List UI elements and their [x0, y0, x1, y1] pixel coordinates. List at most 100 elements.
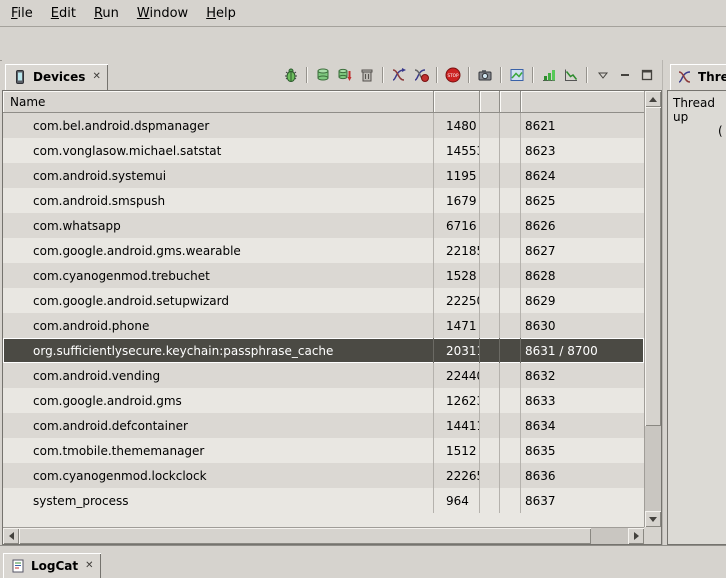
- column-header-blank-2[interactable]: [500, 91, 521, 112]
- table-row[interactable]: com.bel.android.dspmanager 1480 8621: [3, 113, 644, 138]
- toolbar-separator: [468, 67, 470, 83]
- menu-item[interactable]: Run: [85, 0, 128, 26]
- view-menu-button[interactable]: [592, 65, 614, 85]
- table-row[interactable]: com.tmobile.thememanager 1512 8635: [3, 438, 644, 463]
- method-profiling-icon: [413, 67, 429, 83]
- table-row[interactable]: com.android.vending 22440 8632: [3, 363, 644, 388]
- column-header-pid[interactable]: [434, 91, 480, 112]
- stop-process-icon: STOP: [445, 67, 461, 83]
- update-threads-button[interactable]: [388, 65, 410, 85]
- table-row[interactable]: com.android.phone 1471 8630: [3, 313, 644, 338]
- table-row[interactable]: com.google.android.gms.wearable 22185 86…: [3, 238, 644, 263]
- cell-name: com.bel.android.dspmanager: [3, 113, 434, 138]
- cell-blank-2: [500, 463, 521, 488]
- stop-process-button[interactable]: STOP: [442, 65, 464, 85]
- cell-blank-2: [500, 488, 521, 513]
- cell-port: 8629: [521, 288, 644, 313]
- column-header-blank-1[interactable]: [480, 91, 500, 112]
- cell-name: com.android.phone: [3, 313, 434, 338]
- cell-port: 8634: [521, 413, 644, 438]
- cell-pid: 14411: [434, 413, 480, 438]
- cell-name: com.tmobile.thememanager: [3, 438, 434, 463]
- tab-devices-label: Devices: [33, 70, 85, 84]
- allocation-graph-icon: [563, 67, 579, 83]
- cell-name: com.google.android.setupwizard: [3, 288, 434, 313]
- cell-blank-1: [480, 288, 500, 313]
- devices-content: Name com.bel.android.dspmanager 1480 862…: [2, 90, 662, 545]
- cell-blank-2: [500, 413, 521, 438]
- horizontal-scroll-track[interactable]: [19, 528, 628, 544]
- column-header-port[interactable]: [521, 91, 644, 112]
- cell-blank-1: [480, 438, 500, 463]
- allocation-graph-button[interactable]: [560, 65, 582, 85]
- update-heap-button[interactable]: [312, 65, 334, 85]
- scroll-down-button[interactable]: [645, 511, 661, 527]
- scroll-up-button[interactable]: [645, 91, 661, 107]
- cell-blank-1: [480, 313, 500, 338]
- dump-hprof-button[interactable]: [334, 65, 356, 85]
- table-row[interactable]: com.android.systemui 1195 8624: [3, 163, 644, 188]
- cell-pid: 1471: [434, 313, 480, 338]
- cell-port: 8626: [521, 213, 644, 238]
- debug-process-button[interactable]: [280, 65, 302, 85]
- table-row[interactable]: system_process 964 8637: [3, 488, 644, 513]
- close-icon[interactable]: ✕: [83, 561, 93, 571]
- cell-blank-1: [480, 388, 500, 413]
- method-profiling-button[interactable]: [410, 65, 432, 85]
- table-row[interactable]: org.sufficientlysecure.keychain:passphra…: [3, 338, 644, 363]
- devices-toolbar: STOP: [280, 60, 662, 90]
- tab-devices[interactable]: Devices ✕: [5, 64, 108, 90]
- system-info-button[interactable]: [506, 65, 528, 85]
- main-area: Devices ✕: [0, 60, 726, 545]
- cause-gc-button[interactable]: [356, 65, 378, 85]
- toolbar-separator: [382, 67, 384, 83]
- maximize-icon: [639, 67, 655, 83]
- table-row[interactable]: com.cyanogenmod.trebuchet 1528 8628: [3, 263, 644, 288]
- menu-item[interactable]: Help: [197, 0, 245, 26]
- menu-item[interactable]: Window: [128, 0, 197, 26]
- table-row[interactable]: com.cyanogenmod.lockclock 22265 8636: [3, 463, 644, 488]
- right-arrow-icon: [634, 532, 639, 540]
- table-row[interactable]: com.google.android.gms 12623 8633: [3, 388, 644, 413]
- cell-pid: 1528: [434, 263, 480, 288]
- table-row[interactable]: com.vonglasow.michael.satstat 14553 8623: [3, 138, 644, 163]
- close-icon[interactable]: ✕: [90, 72, 100, 82]
- menu-item-label: Window: [137, 6, 188, 21]
- menu-item-label: Run: [94, 6, 119, 21]
- scroll-left-button[interactable]: [3, 528, 19, 544]
- cell-name: com.cyanogenmod.trebuchet: [3, 263, 434, 288]
- menu-item[interactable]: File: [2, 0, 42, 26]
- cell-name: com.google.android.gms: [3, 388, 434, 413]
- vertical-scroll-track[interactable]: [645, 107, 661, 511]
- horizontal-scrollbar[interactable]: [3, 527, 644, 544]
- vertical-scrollbar[interactable]: [644, 91, 661, 527]
- heap-updates-button[interactable]: [538, 65, 560, 85]
- cell-blank-2: [500, 163, 521, 188]
- devices-tabbar: Devices ✕: [2, 60, 662, 90]
- device-rows: com.bel.android.dspmanager 1480 8621 com…: [3, 113, 644, 527]
- cell-pid: 1679: [434, 188, 480, 213]
- cell-blank-1: [480, 138, 500, 163]
- table-row[interactable]: com.google.android.setupwizard 22250 862…: [3, 288, 644, 313]
- cell-pid: 1480: [434, 113, 480, 138]
- table-row[interactable]: com.whatsapp 6716 8626: [3, 213, 644, 238]
- maximize-button[interactable]: [636, 65, 658, 85]
- tab-threads[interactable]: Threa: [670, 64, 726, 90]
- column-header-name[interactable]: Name: [3, 91, 434, 112]
- screen-capture-button[interactable]: [474, 65, 496, 85]
- scroll-right-button[interactable]: [628, 528, 644, 544]
- cell-pid: 22265: [434, 463, 480, 488]
- tab-logcat[interactable]: LogCat ✕: [3, 553, 101, 578]
- tab-threads-label: Threa: [698, 70, 726, 84]
- table-row[interactable]: com.android.defcontainer 14411 8634: [3, 413, 644, 438]
- horizontal-scroll-thumb[interactable]: [19, 528, 591, 544]
- vertical-scroll-thumb[interactable]: [645, 107, 661, 426]
- cell-blank-2: [500, 388, 521, 413]
- cell-name: com.android.vending: [3, 363, 434, 388]
- menu-item[interactable]: Edit: [42, 0, 85, 26]
- left-arrow-icon: [9, 532, 14, 540]
- cell-blank-1: [480, 213, 500, 238]
- minimize-button[interactable]: [614, 65, 636, 85]
- table-row[interactable]: com.android.smspush 1679 8625: [3, 188, 644, 213]
- menu-item-label: Edit: [51, 6, 76, 21]
